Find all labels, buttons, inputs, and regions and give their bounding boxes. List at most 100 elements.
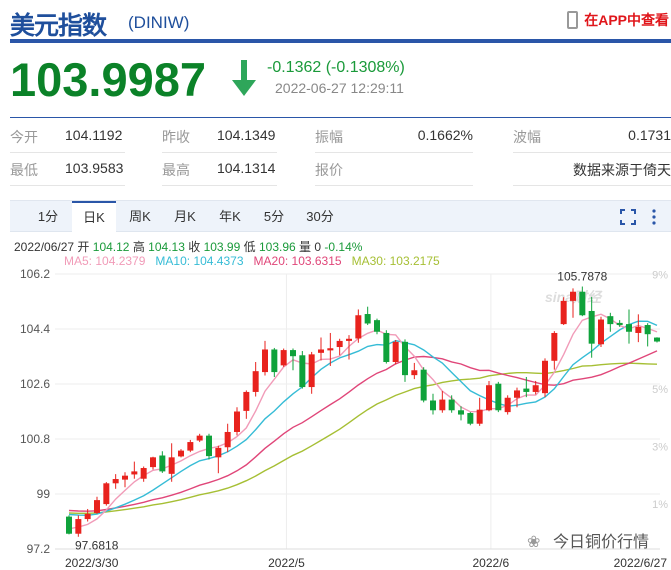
candle-body xyxy=(122,475,128,480)
candle-body xyxy=(66,516,72,534)
y-tick-label: 99 xyxy=(37,487,51,501)
candle-body xyxy=(271,349,278,373)
candle-body xyxy=(215,447,222,458)
current-price: 103.9987 xyxy=(10,53,207,106)
candle-body xyxy=(607,316,614,325)
candle-body xyxy=(224,431,231,448)
stat-value: 103.9583 xyxy=(65,160,124,176)
candle-info: 2022/06/27 开 104.12 高 104.13 收 103.99 低 … xyxy=(14,238,362,255)
candle-body xyxy=(103,483,110,505)
tab-5min[interactable]: 5分 xyxy=(256,201,292,232)
candle-body xyxy=(336,340,343,348)
candle-body xyxy=(542,360,548,394)
pct-tick-label: 9% xyxy=(652,269,668,281)
tab-30min[interactable]: 30分 xyxy=(300,201,340,232)
stat-value: 104.1349 xyxy=(217,127,276,143)
candle-body xyxy=(579,291,586,316)
tab-monthly-k[interactable]: 月K xyxy=(165,201,205,232)
x-tick-label: 2022/3/30 xyxy=(65,556,119,570)
candle-body xyxy=(290,350,296,357)
period-tabs: 1分 日K 周K 月K 年K 5分 30分 xyxy=(10,200,671,232)
y-tick-label: 102.6 xyxy=(20,377,50,391)
tab-yearly-k[interactable]: 年K xyxy=(210,201,250,232)
more-options-icon[interactable] xyxy=(650,208,658,226)
page-title: 美元指数 xyxy=(10,11,107,40)
pct-tick-label: 1% xyxy=(652,499,668,511)
wechat-watermark: 今日铜价行情 xyxy=(553,533,649,551)
y-tick-label: 104.4 xyxy=(20,322,50,336)
candle-body xyxy=(588,310,595,344)
stat-underline xyxy=(513,185,671,186)
stat-underline xyxy=(513,152,671,153)
stat-label: 最高 xyxy=(162,162,190,178)
ma10-line xyxy=(68,320,658,517)
candle-body xyxy=(150,457,156,468)
stat-label: 波幅 xyxy=(513,129,541,145)
tab-1min[interactable]: 1分 xyxy=(30,201,66,232)
kline-chart[interactable]: 106.2 104.4 102.6 100.8 99 97.2 9% 5% 3% 1% 2022/3… xyxy=(0,262,671,570)
price-change: -0.1362 (-0.1308%) xyxy=(267,59,405,76)
candle-body xyxy=(476,409,483,424)
pct-tick-label: 5% xyxy=(652,384,668,396)
x-tick-label: 2022/6 xyxy=(473,556,510,570)
candle-body xyxy=(178,450,184,457)
candle-body xyxy=(448,399,455,411)
candle-body xyxy=(131,471,138,475)
candle-body xyxy=(94,500,100,513)
fullscreen-icon[interactable] xyxy=(620,209,636,225)
max-price-label: 105.7878 xyxy=(557,270,607,284)
arrow-down-icon xyxy=(232,60,256,96)
candle-body xyxy=(616,322,623,326)
candle-body xyxy=(299,355,306,388)
info-open-label: 开 xyxy=(77,240,90,254)
candle-body xyxy=(262,349,268,373)
candle-body xyxy=(140,468,147,479)
quote-timestamp: 2022-06-27 12:29:11 xyxy=(275,80,404,96)
y-tick-label: 106.2 xyxy=(20,267,50,281)
candle-body xyxy=(635,326,642,333)
pct-tick-label: 3% xyxy=(652,442,668,454)
candle-body xyxy=(644,325,651,335)
stat-underline xyxy=(315,152,473,153)
candle-body xyxy=(486,385,492,411)
y-tick-label: 100.8 xyxy=(20,432,50,446)
stat-value: 0.1731 xyxy=(628,127,671,143)
candle-body xyxy=(458,410,464,415)
candle-body xyxy=(112,479,119,484)
candle-body xyxy=(626,324,632,332)
wechat-icon: ❀ xyxy=(527,534,540,551)
candle-body xyxy=(327,348,334,351)
x-tick-label: 2022/5 xyxy=(268,556,305,570)
candle-body xyxy=(75,519,82,534)
candle-body xyxy=(187,442,194,451)
candle-body xyxy=(168,457,175,474)
info-volume-label: 量 xyxy=(299,240,312,254)
candle-body xyxy=(355,315,362,339)
candle-body xyxy=(308,354,315,388)
candle-body xyxy=(467,413,474,424)
info-volume: 0 xyxy=(314,240,322,254)
tab-weekly-k[interactable]: 周K xyxy=(120,201,160,232)
candle-body xyxy=(159,455,166,472)
candle-body xyxy=(243,391,250,411)
candle-body xyxy=(234,411,240,432)
open-in-app-link[interactable]: 在APP中查看 xyxy=(567,10,669,30)
tab-daily-k[interactable]: 日K xyxy=(72,201,116,232)
candle-body xyxy=(570,291,576,301)
info-high-label: 高 xyxy=(132,240,145,254)
divider xyxy=(10,117,671,118)
candle-body xyxy=(196,435,203,441)
stat-label: 振幅 xyxy=(315,129,343,145)
candle-body xyxy=(252,371,259,392)
info-close: 103.99 xyxy=(203,240,241,254)
stat-label: 昨收 xyxy=(162,129,190,145)
min-price-label: 97.6818 xyxy=(75,538,119,552)
open-in-app-label: 在APP中查看 xyxy=(584,12,669,28)
ma5-line xyxy=(68,313,658,530)
candle-body xyxy=(514,390,520,398)
candle-body xyxy=(383,332,390,362)
info-high: 104.13 xyxy=(148,240,185,254)
info-low: 103.96 xyxy=(258,240,296,254)
candle-body xyxy=(420,369,427,401)
stat-underline xyxy=(315,185,473,186)
